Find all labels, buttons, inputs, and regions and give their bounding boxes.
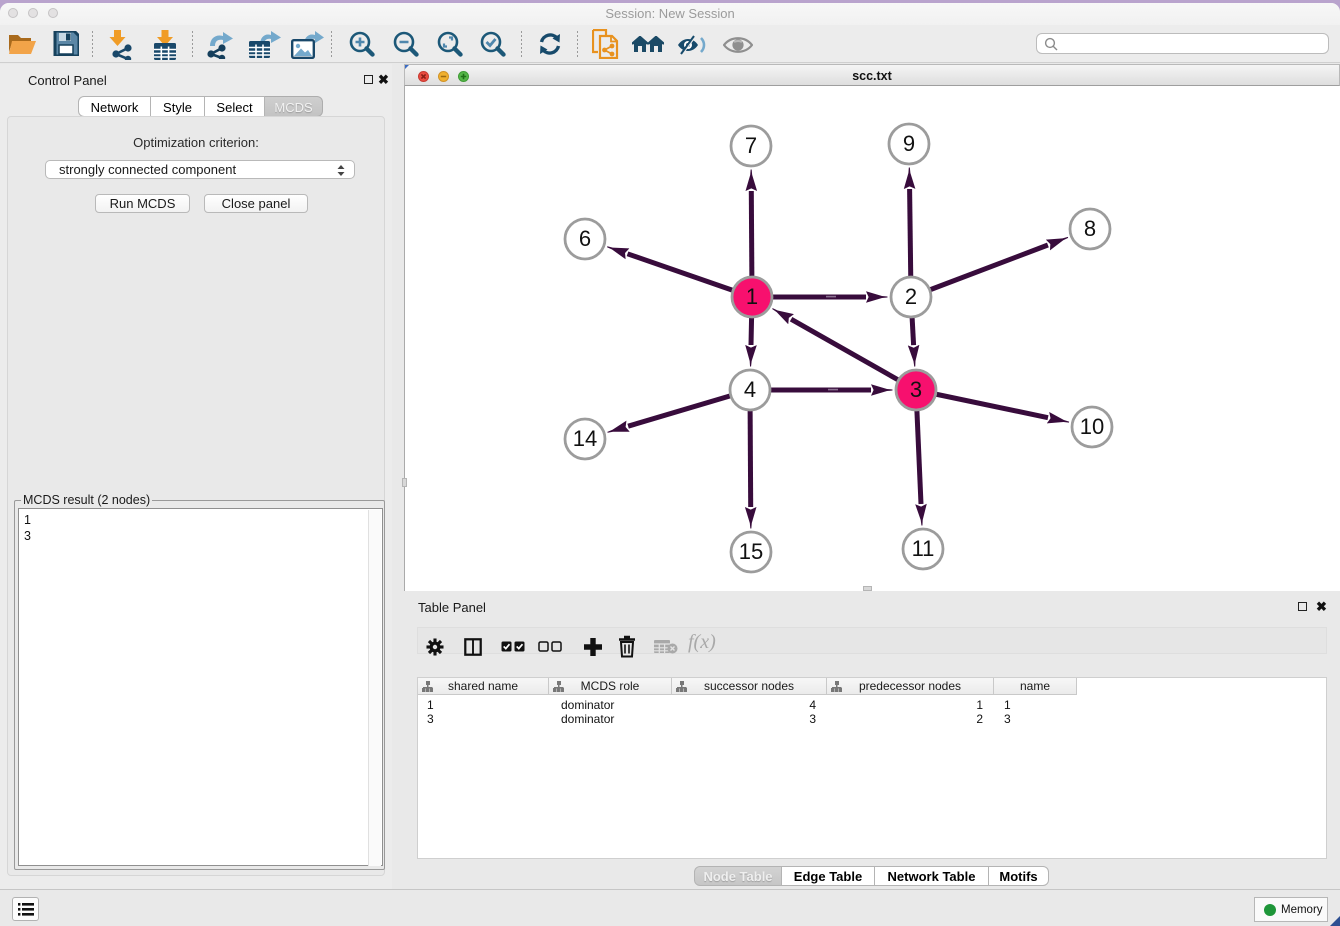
svg-text:8: 8 bbox=[1084, 216, 1096, 241]
svg-text:14: 14 bbox=[573, 426, 597, 451]
svg-text:10: 10 bbox=[1080, 414, 1104, 439]
svg-text:4: 4 bbox=[744, 377, 756, 402]
svg-text:6: 6 bbox=[579, 226, 591, 251]
svg-text:9: 9 bbox=[903, 131, 915, 156]
svg-text:15: 15 bbox=[739, 539, 763, 564]
svg-text:11: 11 bbox=[912, 536, 935, 561]
svg-text:3: 3 bbox=[910, 377, 922, 402]
svg-text:7: 7 bbox=[745, 133, 757, 158]
svg-text:2: 2 bbox=[905, 284, 917, 309]
svg-text:1: 1 bbox=[746, 284, 758, 309]
